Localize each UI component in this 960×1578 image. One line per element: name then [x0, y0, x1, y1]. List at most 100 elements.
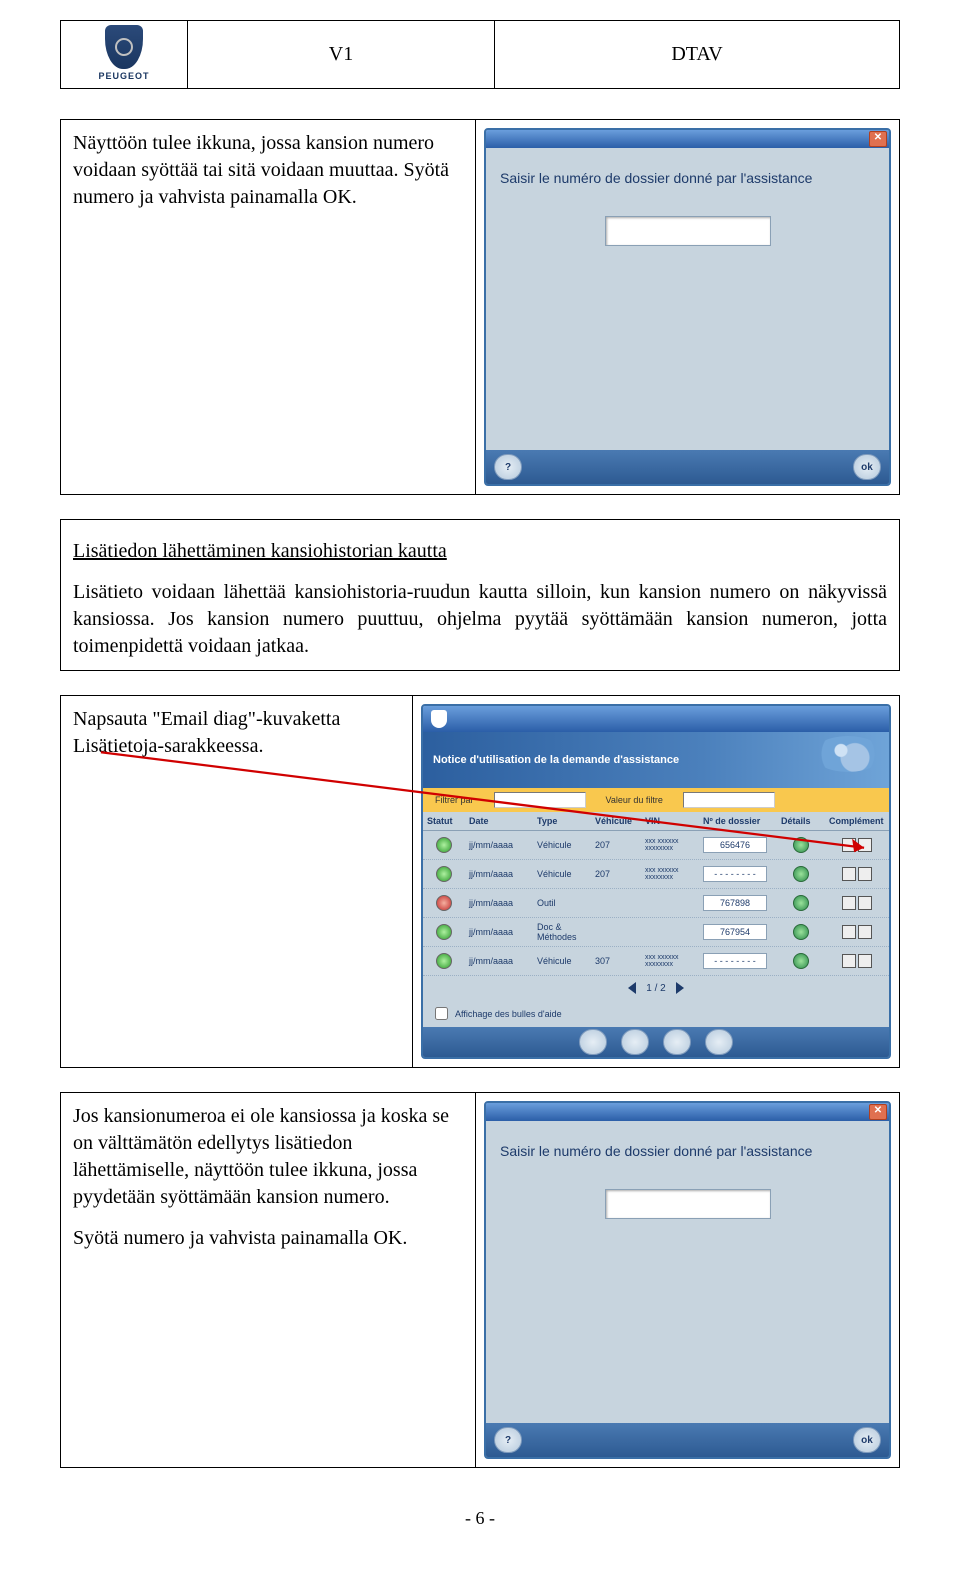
dialog-footer: ? ok	[486, 1423, 889, 1457]
section2-body: Lisätieto voidaan lähettää kansiohistori…	[73, 579, 887, 660]
row3-text: Napsauta "Email diag"-kuvaketta Lisätiet…	[61, 696, 413, 1067]
cell-vehicule: 307	[591, 952, 641, 970]
cell-vin: xxx xxxxxx xxxxxxxx	[641, 863, 699, 885]
status-led-icon	[436, 895, 452, 911]
close-icon[interactable]: ✕	[869, 131, 887, 147]
cell-date: jj/mm/aaaa	[465, 923, 533, 941]
col-vehicule: Véhicule	[591, 812, 641, 830]
cell-vin	[641, 899, 699, 907]
table-row: jj/mm/aaaaDoc & Méthodes767954	[423, 918, 889, 947]
ok-button[interactable]: ok	[853, 454, 881, 480]
cell-date: jj/mm/aaaa	[465, 894, 533, 912]
history-window: Notice d'utilisation de la demande d'ass…	[421, 704, 891, 1059]
shield-icon	[431, 710, 447, 728]
email-diag-icon[interactable]	[842, 954, 856, 968]
peugeot-logo: PEUGEOT	[98, 25, 149, 81]
dossier-box[interactable]: 767954	[703, 924, 767, 940]
footer-button-1[interactable]	[579, 1029, 607, 1055]
dossier-box[interactable]: 767898	[703, 895, 767, 911]
table-row: jj/mm/aaaaVéhicule207xxx xxxxxx xxxxxxxx…	[423, 860, 889, 889]
help-icon[interactable]: ?	[494, 454, 522, 480]
row-4: Jos kansionumeroa ei ole kansiossa ja ko…	[60, 1092, 900, 1468]
dialog-window-2: ✕ Saisir le numéro de dossier donné par …	[484, 1101, 891, 1459]
dossier-number-input[interactable]	[605, 216, 771, 246]
dialog-titlebar: ✕	[486, 1103, 889, 1121]
cell-vehicule: 207	[591, 836, 641, 854]
cell-vin: xxx xxxxxx xxxxxxxx	[641, 834, 699, 856]
dialog-footer: ? ok	[486, 450, 889, 484]
section2-title: Lisätiedon lähettäminen kansiohistorian …	[73, 540, 887, 563]
cell-date: jj/mm/aaaa	[465, 865, 533, 883]
col-complement: Complément	[825, 812, 889, 830]
dossier-number-input[interactable]	[605, 1189, 771, 1219]
swirl-graphic	[813, 736, 883, 772]
row4-p1: Jos kansionumeroa ei ole kansiossa ja ko…	[73, 1103, 463, 1211]
cell-vehicule: 207	[591, 865, 641, 883]
col-type: Type	[533, 812, 591, 830]
table-row: jj/mm/aaaaVéhicule207xxx xxxxxx xxxxxxxx…	[423, 831, 889, 860]
help-icon[interactable]: ?	[494, 1427, 522, 1453]
complement-icon[interactable]	[858, 925, 872, 939]
cell-type: Outil	[533, 894, 591, 912]
email-diag-icon[interactable]	[842, 925, 856, 939]
dialog-window: ✕ Saisir le numéro de dossier donné par …	[484, 128, 891, 486]
section2-box: Lisätiedon lähettäminen kansiohistorian …	[60, 519, 900, 671]
filter-field[interactable]	[494, 792, 586, 808]
history-columns: Statut Date Type Véhicule VIN Nº de doss…	[423, 812, 889, 831]
complement-icon[interactable]	[858, 867, 872, 881]
history-help-row: Affichage des bulles d'aide	[423, 1000, 889, 1027]
cell-date: jj/mm/aaaa	[465, 836, 533, 854]
ok-button[interactable]: ok	[853, 1427, 881, 1453]
filter-value-label: Valeur du filtre	[606, 795, 663, 805]
filter-value-field[interactable]	[683, 792, 775, 808]
help-bubbles-checkbox[interactable]	[435, 1007, 448, 1020]
cell-vin	[641, 928, 699, 936]
help-bubbles-label: Affichage des bulles d'aide	[455, 1009, 562, 1019]
complement-icon[interactable]	[858, 838, 872, 852]
globe-icon[interactable]	[793, 837, 809, 853]
dossier-box[interactable]: - - - - - - - -	[703, 866, 767, 882]
next-page-icon[interactable]	[676, 982, 684, 994]
row1-text: Näyttöön tulee ikkuna, jossa kansion num…	[61, 120, 476, 494]
footer-button-4[interactable]	[705, 1029, 733, 1055]
page-number: - 6 -	[60, 1508, 900, 1529]
status-led-icon	[436, 866, 452, 882]
page-header: PEUGEOT V1 DTAV	[60, 20, 900, 89]
email-diag-icon[interactable]	[842, 867, 856, 881]
row-1: Näyttöön tulee ikkuna, jossa kansion num…	[60, 119, 900, 495]
complement-icon[interactable]	[858, 896, 872, 910]
dossier-box[interactable]: - - - - - - - -	[703, 953, 767, 969]
row-3: Napsauta "Email diag"-kuvaketta Lisätiet…	[60, 695, 900, 1068]
cell-date: jj/mm/aaaa	[465, 952, 533, 970]
status-led-icon	[436, 953, 452, 969]
dialog-titlebar: ✕	[486, 130, 889, 148]
cell-vin: xxx xxxxxx xxxxxxxx	[641, 950, 699, 972]
dialog-prompt: Saisir le numéro de dossier donné par l'…	[500, 170, 875, 186]
dossier-box[interactable]: 656476	[703, 837, 767, 853]
history-footer	[423, 1027, 889, 1057]
complement-icon[interactable]	[858, 954, 872, 968]
status-led-icon	[436, 924, 452, 940]
email-diag-icon[interactable]	[842, 838, 856, 852]
globe-icon[interactable]	[793, 895, 809, 911]
filter-label: Filtrer par	[435, 795, 474, 805]
globe-icon[interactable]	[793, 953, 809, 969]
globe-icon[interactable]	[793, 866, 809, 882]
col-statut: Statut	[423, 812, 465, 830]
cell-type: Véhicule	[533, 836, 591, 854]
globe-icon[interactable]	[793, 924, 809, 940]
footer-button-2[interactable]	[621, 1029, 649, 1055]
history-rows: jj/mm/aaaaVéhicule207xxx xxxxxx xxxxxxxx…	[423, 831, 889, 976]
logo-text: PEUGEOT	[98, 71, 149, 81]
email-diag-icon[interactable]	[842, 896, 856, 910]
header-right: DTAV	[495, 21, 900, 89]
cell-type: Véhicule	[533, 865, 591, 883]
history-banner-text: Notice d'utilisation de la demande d'ass…	[433, 754, 679, 766]
history-filter-bar: Filtrer par Valeur du filtre	[423, 788, 889, 812]
prev-page-icon[interactable]	[628, 982, 636, 994]
footer-button-3[interactable]	[663, 1029, 691, 1055]
col-dossier: Nº de dossier	[699, 812, 777, 830]
close-icon[interactable]: ✕	[869, 1104, 887, 1120]
col-vin: VIN	[641, 812, 699, 830]
col-details: Détails	[777, 812, 825, 830]
